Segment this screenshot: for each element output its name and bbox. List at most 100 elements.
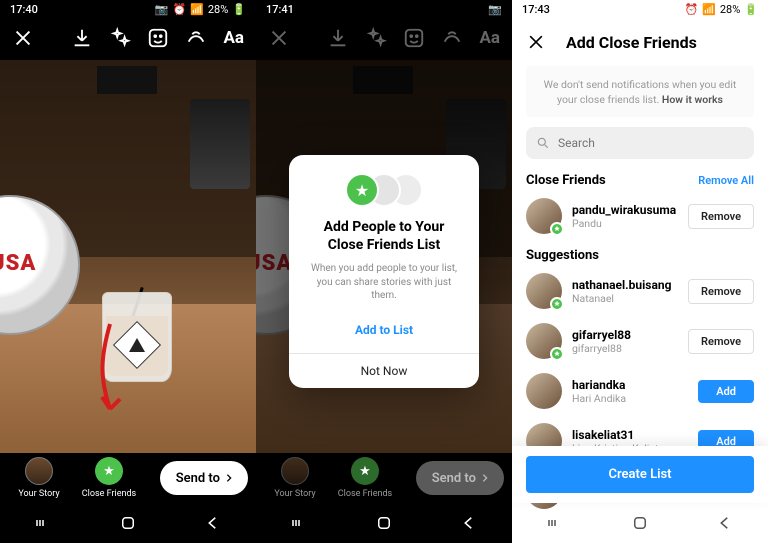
your-story-button[interactable]: Your Story — [8, 457, 70, 499]
close-friends-star-icon: ★ — [95, 457, 123, 485]
screen-close-friends-list: 17:43 ⏰ 📶 28% 🔋 Add Close Friends We don… — [512, 0, 768, 543]
friend-names: hariandkaHari Andika — [572, 378, 688, 405]
draw-icon[interactable] — [185, 27, 207, 49]
battery-icon: 🔋 — [744, 3, 758, 16]
not-now-button[interactable]: Not Now — [289, 353, 479, 388]
recent-apps-icon[interactable] — [290, 514, 308, 532]
alarm-icon: ⏰ — [172, 3, 186, 16]
back-icon[interactable] — [460, 514, 478, 532]
modal-avatars: ★ — [305, 173, 463, 207]
android-navbar — [0, 503, 256, 543]
avatar[interactable] — [526, 373, 562, 409]
statusbar: 17:40 📷 ⏰ 📶 28% 🔋 — [0, 0, 256, 18]
alarm-icon: ⏰ — [684, 3, 698, 16]
home-icon[interactable] — [119, 514, 137, 532]
status-icons: 📷 ⏰ 📶 28% 🔋 — [155, 3, 246, 16]
username: hariandka — [572, 378, 688, 392]
add-button[interactable]: Add — [698, 380, 754, 403]
remove-button[interactable]: Remove — [688, 329, 754, 354]
friend-row: pandu_wirakusumaPandu Remove — [526, 198, 754, 234]
close-friends-button[interactable]: ★ Close Friends — [78, 457, 140, 499]
username: nathanael.buisang — [572, 278, 678, 292]
back-icon[interactable] — [716, 514, 734, 532]
battery-icon: 🔋 — [232, 3, 246, 16]
avatar[interactable] — [526, 323, 562, 359]
search-icon — [536, 136, 550, 150]
section-label: Suggestions — [526, 248, 599, 263]
battery-text: 28% — [208, 3, 228, 16]
close-icon[interactable] — [526, 32, 546, 52]
create-list-bar: Create List — [512, 446, 768, 503]
friend-row: gifarryel88gifarryel88 Remove — [526, 323, 754, 359]
modal-description: When you add people to your list, you ca… — [305, 262, 463, 303]
create-list-button[interactable]: Create List — [526, 456, 754, 493]
add-to-list-button[interactable]: Add to List — [305, 315, 463, 339]
remove-button[interactable]: Remove — [688, 204, 754, 229]
friend-names: pandu_wirakusumaPandu — [572, 203, 678, 230]
story-photo: USA — [0, 60, 256, 453]
notice-banner: We don't send notifications when you edi… — [526, 66, 754, 117]
status-icons: ⏰ 📶 28% 🔋 — [684, 3, 758, 16]
close-friends-list: pandu_wirakusumaPandu Remove — [512, 198, 768, 234]
your-story-label: Your Story — [18, 489, 59, 499]
display-name: gifarryel88 — [572, 342, 678, 355]
recent-apps-icon[interactable] — [34, 514, 52, 532]
android-navbar — [512, 503, 768, 543]
battery-text: 28% — [720, 3, 740, 16]
modal-title: Add People to Your Close Friends List — [305, 219, 463, 254]
send-to-button[interactable]: Send to — [160, 461, 248, 495]
screen-story-editor: 17:40 📷 ⏰ 📶 28% 🔋 Aa USA — [0, 0, 256, 543]
username: pandu_wirakusuma — [572, 203, 678, 217]
remove-button[interactable]: Remove — [688, 279, 754, 304]
text-tool[interactable]: Aa — [223, 28, 244, 48]
android-navbar — [256, 503, 512, 543]
camera-icon: 📷 — [155, 3, 169, 16]
chevron-right-icon — [224, 473, 234, 483]
drink-cup — [102, 282, 172, 382]
display-name: Pandu — [572, 217, 678, 230]
friend-names: gifarryel88gifarryel88 — [572, 328, 678, 355]
avatar[interactable] — [526, 198, 562, 234]
close-friend-badge-icon — [550, 297, 564, 311]
star-icon: ★ — [345, 173, 379, 207]
download-icon[interactable] — [71, 27, 93, 49]
suggestions-section: Suggestions — [512, 248, 768, 263]
page-title: Add Close Friends — [566, 33, 697, 52]
effects-icon[interactable] — [109, 27, 131, 49]
friend-row: nathanael.buisangNatanael Remove — [526, 273, 754, 309]
helmet-usa-text: USA — [0, 251, 36, 276]
close-friend-badge-icon — [550, 222, 564, 236]
signal-icon: 📶 — [190, 3, 204, 16]
remove-all-link[interactable]: Remove All — [698, 174, 754, 187]
story-destinations: Your Story ★ Close Friends Send to — [0, 453, 256, 503]
display-name: Hari Andika — [572, 392, 688, 405]
screen-add-people-modal: 17:41 📷 Aa USA Your Story — [256, 0, 512, 543]
close-friend-badge-icon — [550, 347, 564, 361]
recent-apps-icon[interactable] — [546, 514, 564, 532]
sticker-icon[interactable] — [147, 27, 169, 49]
username: lisakeliat31 — [572, 428, 688, 442]
close-friends-section: Close Friends Remove All — [512, 173, 768, 188]
how-it-works-link[interactable]: How it works — [662, 93, 723, 106]
close-icon[interactable] — [12, 27, 34, 49]
add-people-modal: ★ Add People to Your Close Friends List … — [289, 155, 479, 388]
section-label: Close Friends — [526, 173, 606, 188]
close-friends-label: Close Friends — [82, 489, 136, 499]
avatar[interactable] — [526, 273, 562, 309]
page-header: Add Close Friends — [512, 18, 768, 66]
editor-toolbar: Aa — [0, 18, 256, 58]
search-input[interactable] — [558, 136, 744, 150]
display-name: Natanael — [572, 292, 678, 305]
coffee-machine — [190, 99, 250, 189]
send-to-label: Send to — [176, 471, 220, 486]
home-icon[interactable] — [631, 514, 649, 532]
modal-overlay: ★ Add People to Your Close Friends List … — [256, 0, 512, 543]
back-icon[interactable] — [204, 514, 222, 532]
home-icon[interactable] — [375, 514, 393, 532]
signal-icon: 📶 — [702, 3, 716, 16]
status-time: 17:40 — [10, 3, 38, 16]
search-field[interactable] — [526, 127, 754, 159]
username: gifarryel88 — [572, 328, 678, 342]
friend-names: nathanael.buisangNatanael — [572, 278, 678, 305]
your-story-avatar — [25, 457, 53, 485]
